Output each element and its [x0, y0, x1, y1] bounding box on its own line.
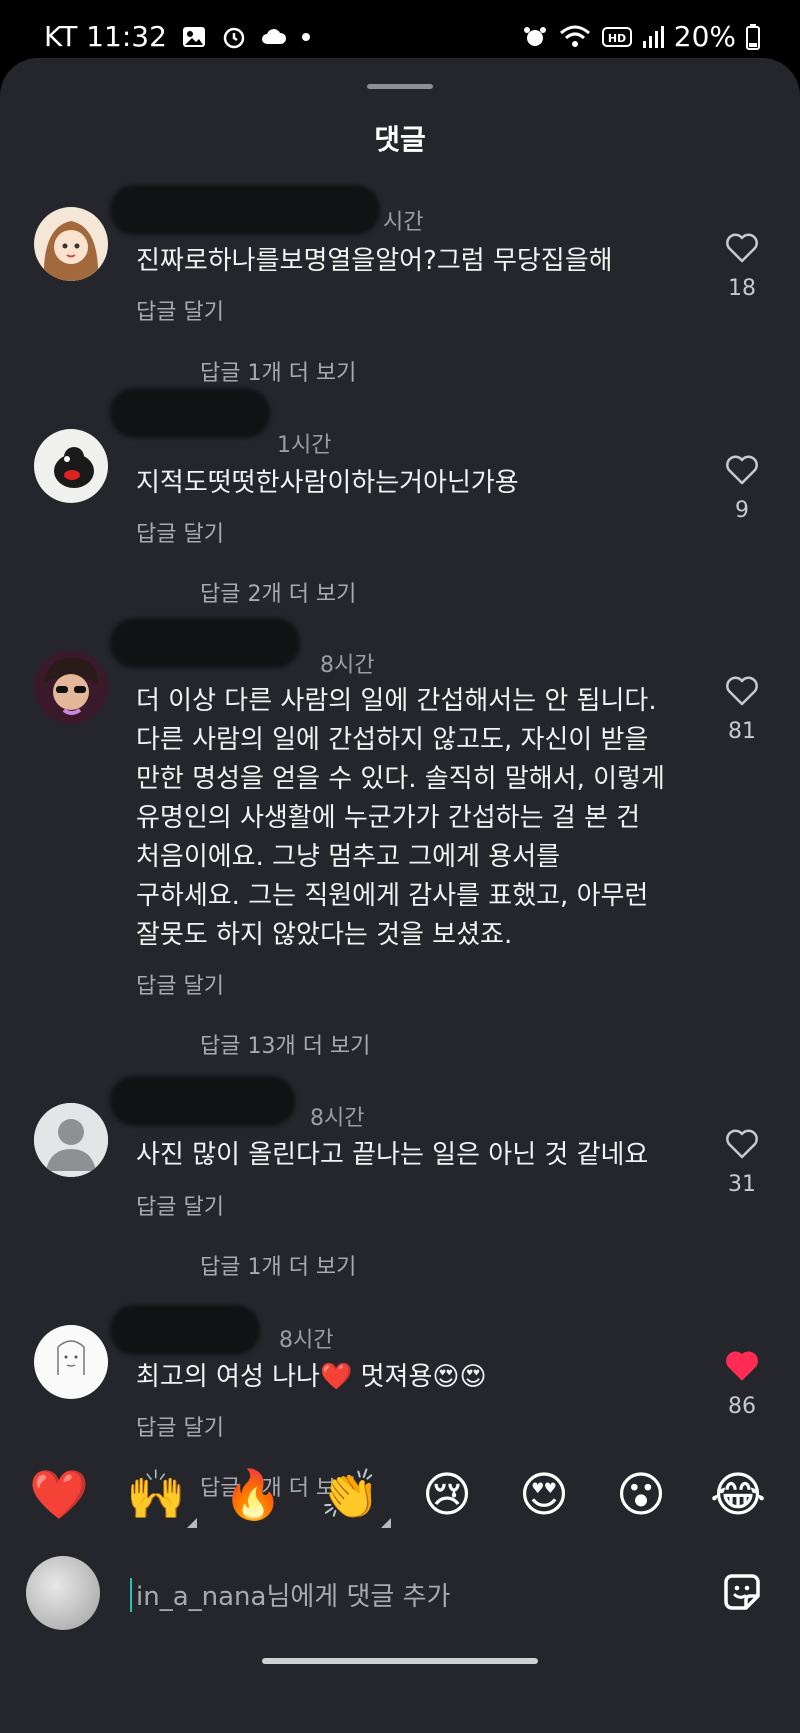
battery-percent: 20%	[673, 20, 736, 53]
username-redacted	[110, 1305, 260, 1355]
comment-time: 시간	[383, 210, 424, 235]
like-button[interactable]: 9	[712, 454, 772, 523]
username-redacted	[110, 618, 300, 668]
like-button[interactable]: 86	[712, 1350, 772, 1419]
alarm-icon	[523, 26, 546, 46]
like-button[interactable]: 31	[712, 1128, 772, 1197]
comment-text: 최고의 여성 나나❤️ 멋져용😍😍	[136, 1362, 487, 1392]
avatar[interactable]	[34, 650, 108, 724]
text-cursor	[130, 1578, 132, 1612]
emoji-surprised[interactable]: 😮	[606, 1460, 676, 1530]
heart-icon	[726, 676, 758, 706]
like-button[interactable]: 18	[712, 232, 772, 301]
avatar[interactable]	[34, 1103, 108, 1177]
comment-text: 더 이상 다른 사람의 일에 간섭해서는 안 됩니다. 다른 사람의 일에 간섭…	[136, 686, 665, 950]
like-count: 31	[728, 1172, 756, 1197]
svg-text:HD: HD	[608, 32, 626, 45]
reply-button[interactable]: 답글 달기	[136, 1410, 224, 1442]
like-count: 18	[728, 276, 756, 301]
emoji-raised-hands[interactable]: 🙌	[121, 1460, 197, 1530]
default-avatar-icon	[34, 1103, 108, 1177]
heart-icon	[726, 455, 758, 485]
emoji-cry[interactable]: 😢	[412, 1460, 482, 1530]
username-redacted	[110, 185, 380, 235]
comment-input[interactable]: in_a_nana님에게 댓글 추가	[136, 1576, 450, 1613]
alarm-icon	[223, 27, 245, 48]
comment-input-row: in_a_nana님에게 댓글 추가	[0, 1540, 800, 1640]
wifi-icon	[559, 25, 590, 47]
like-count: 9	[735, 498, 749, 523]
battery-icon	[746, 23, 760, 50]
comment-time: 8시간	[310, 1106, 365, 1131]
comment-time: 8시간	[320, 653, 375, 678]
emoji-heart-eyes[interactable]: 😍	[509, 1460, 579, 1530]
sheet-title: 댓글	[374, 123, 426, 156]
carrier-time: KT 11:32	[44, 20, 167, 53]
avatar[interactable]	[34, 429, 108, 503]
reply-button[interactable]: 답글 달기	[136, 968, 224, 1000]
emoji-fire[interactable]: 🔥	[218, 1460, 288, 1530]
my-avatar	[26, 1556, 100, 1630]
heart-icon	[726, 1129, 758, 1159]
gallery-icon	[182, 26, 205, 47]
like-count: 81	[728, 719, 756, 744]
comment-time: 8시간	[279, 1328, 334, 1353]
comment-text: 사진 많이 올린다고 끝나는 일은 아닌 것 같네요	[136, 1140, 649, 1170]
reply-button[interactable]: 답글 달기	[136, 1189, 224, 1221]
view-more-replies[interactable]: 답글 1개 더 보기	[200, 355, 356, 387]
emoji-clap[interactable]: 👏	[315, 1460, 391, 1530]
heart-filled-icon	[726, 1351, 758, 1381]
comment-text: 지적도떳떳한사람이하는거아닌가용	[136, 468, 519, 498]
comments-sheet: 댓글 시간 진짜로하나를보명열을알어?그럼 무당집을해 답글 달기 답글 1개 …	[0, 58, 800, 1733]
view-more-replies[interactable]: 답글 13개 더 보기	[200, 1028, 370, 1060]
view-more-replies[interactable]: 답글 1개 더 보기	[200, 1249, 356, 1281]
username-redacted	[110, 1076, 295, 1126]
hd-icon: HD	[601, 26, 632, 47]
cloud-icon	[261, 28, 286, 44]
username-redacted	[110, 388, 270, 438]
gesture-bar	[262, 1658, 538, 1664]
view-more-replies[interactable]: 답글 2개 더 보기	[200, 576, 356, 608]
emoji-quick-bar: ❤️ 🙌 🔥 👏 😢 😍 😮 😂	[0, 1460, 800, 1540]
avatar[interactable]	[34, 207, 108, 281]
reply-button[interactable]: 답글 달기	[136, 294, 224, 326]
emoji-heart[interactable]: ❤️	[24, 1460, 94, 1530]
like-count: 86	[728, 1394, 756, 1419]
reply-button[interactable]: 답글 달기	[136, 516, 224, 548]
avatar[interactable]	[34, 1325, 108, 1399]
sticker-icon[interactable]	[718, 1568, 766, 1616]
notification-dot-icon	[301, 32, 310, 41]
like-button[interactable]: 81	[712, 675, 772, 744]
comment-time: 1시간	[277, 433, 332, 458]
comment-text: 진짜로하나를보명열을알어?그럼 무당집을해	[136, 246, 613, 276]
heart-icon	[726, 233, 758, 263]
emoji-laugh-tears[interactable]: 😂	[703, 1460, 773, 1530]
drag-handle[interactable]	[367, 84, 433, 89]
signal-icon	[642, 25, 664, 48]
